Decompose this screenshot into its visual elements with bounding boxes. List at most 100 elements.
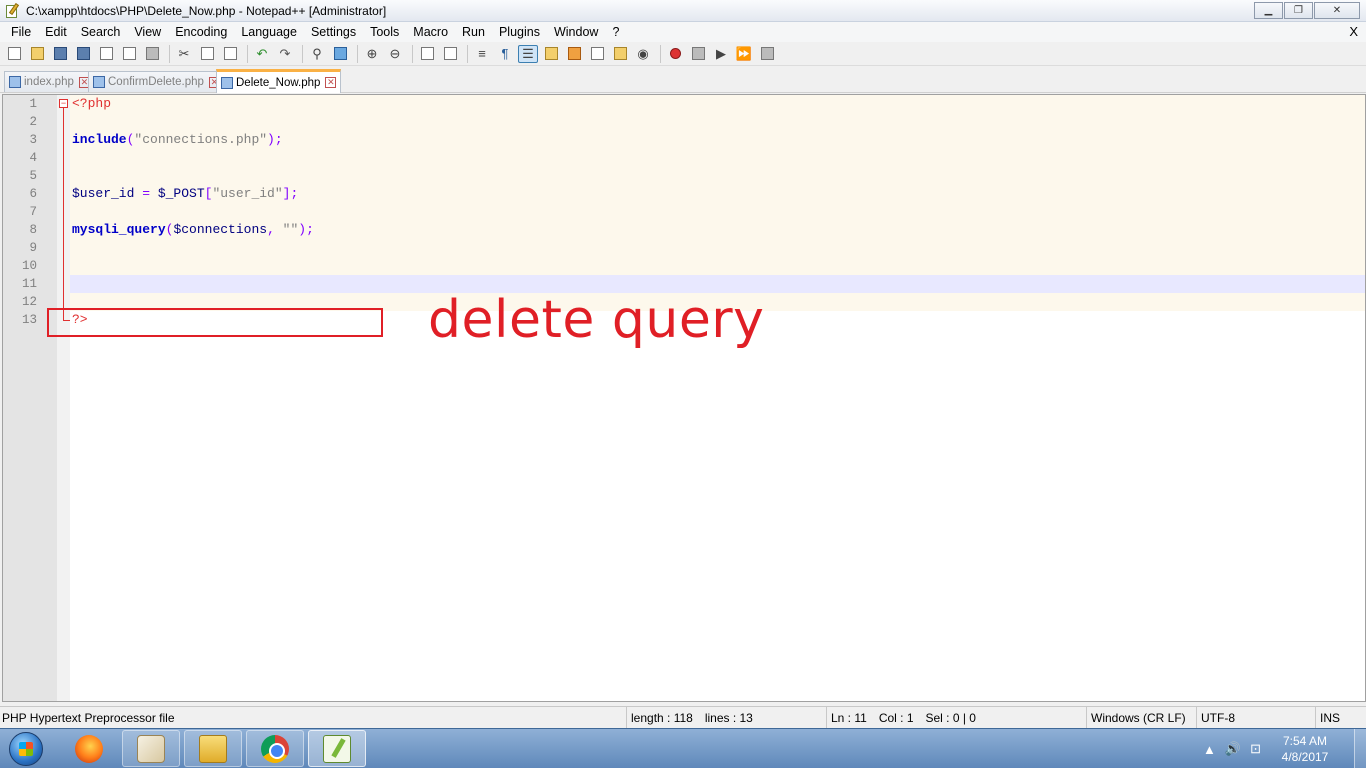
cut-button[interactable]: ✂ xyxy=(174,45,194,63)
save-all-button[interactable] xyxy=(73,45,93,63)
status-encoding[interactable]: UTF-8 xyxy=(1196,707,1235,729)
code-line[interactable]: 2 xyxy=(3,113,1365,131)
menu-encoding[interactable]: Encoding xyxy=(168,25,234,39)
zoom-in-icon: ⊕ xyxy=(366,45,378,61)
run-macro-multiple-button[interactable]: ⏩ xyxy=(734,45,754,63)
status-mode[interactable]: INS xyxy=(1315,707,1340,729)
open-file-button[interactable] xyxy=(27,45,47,63)
status-sel-value: Sel : 0 | 0 xyxy=(925,711,976,725)
copy-button[interactable] xyxy=(197,45,217,63)
record-macro-button[interactable] xyxy=(665,45,685,63)
show-hidden-icons-icon[interactable]: ▲ xyxy=(1203,742,1216,757)
taskbar-notepadpp[interactable] xyxy=(308,730,366,767)
code-line[interactable]: 5 xyxy=(3,167,1365,185)
toolbar-separator xyxy=(467,44,468,63)
menu-language[interactable]: Language xyxy=(234,25,304,39)
replace-button[interactable] xyxy=(330,45,350,63)
line-number: 10 xyxy=(21,259,37,273)
minimize-button[interactable]: ▁ xyxy=(1254,2,1283,19)
stop-macro-button[interactable] xyxy=(688,45,708,63)
save-button[interactable] xyxy=(50,45,70,63)
find-button[interactable]: ⚲ xyxy=(307,45,327,63)
fold-toggle-icon[interactable]: − xyxy=(59,99,68,108)
record-icon xyxy=(669,48,681,59)
indent-guide-button[interactable]: ☰ xyxy=(518,44,538,63)
print-button[interactable] xyxy=(142,45,162,63)
function-list-button[interactable] xyxy=(587,45,607,63)
code-line[interactable]: 9 xyxy=(3,239,1365,257)
code-editor[interactable]: 1 <?php 2 3 include("connections.php"); 4 5 6 $u… xyxy=(2,94,1366,702)
close-all-icon xyxy=(122,47,136,60)
network-icon[interactable]: ⊡ xyxy=(1250,741,1261,757)
code-token: , xyxy=(267,222,283,237)
menu-window[interactable]: Window xyxy=(547,25,605,39)
toolbar-separator xyxy=(169,44,170,63)
menu-help[interactable]: ? xyxy=(605,25,626,39)
code-line[interactable]: 3 include("connections.php"); xyxy=(3,131,1365,149)
menu-view[interactable]: View xyxy=(127,25,168,39)
save-macro-button[interactable] xyxy=(757,45,777,63)
redo-button[interactable]: ↷ xyxy=(275,45,295,63)
document-map-icon xyxy=(567,47,581,60)
tab-close-icon[interactable]: ✕ xyxy=(325,77,337,88)
folder-workspace-button[interactable] xyxy=(610,45,630,63)
line-number: 13 xyxy=(21,313,37,327)
zoom-out-button[interactable]: ⊖ xyxy=(385,45,405,63)
play-macro-button[interactable]: ▶ xyxy=(711,45,731,63)
close-button[interactable]: ✕ xyxy=(1314,2,1360,19)
restore-button[interactable]: ❐ xyxy=(1284,2,1313,19)
code-line[interactable]: 1 <?php xyxy=(3,95,1365,113)
save-all-icon xyxy=(76,47,90,60)
taskbar-firefox[interactable] xyxy=(60,730,118,767)
word-wrap-icon: ≡ xyxy=(478,46,486,61)
code-line[interactable]: 8 mysqli_query($connections, ""); xyxy=(3,221,1365,239)
document-map-button[interactable] xyxy=(564,45,584,63)
tab-delete-now-php[interactable]: Delete_Now.php ✕ xyxy=(216,69,342,93)
status-length: length : 118 lines : 13 xyxy=(626,707,753,729)
menu-macro[interactable]: Macro xyxy=(406,25,455,39)
close-all-button[interactable] xyxy=(119,45,139,63)
notepadpp-app-icon[interactable] xyxy=(4,2,20,19)
tab-bar: index.php ✕ ConfirmDelete.php ✕ Delete_N… xyxy=(0,67,1366,93)
show-desktop-button[interactable] xyxy=(1354,729,1366,768)
volume-icon[interactable]: 🔊 xyxy=(1225,741,1241,757)
undo-button[interactable]: ↶ xyxy=(252,45,272,63)
title-bar[interactable]: C:\xampp\htdocs\PHP\Delete_Now.php - Not… xyxy=(0,0,1366,22)
menu-settings[interactable]: Settings xyxy=(304,25,363,39)
taskbar-paint[interactable] xyxy=(122,730,180,767)
status-position[interactable]: Ln : 11 Col : 1 Sel : 0 | 0 xyxy=(826,707,976,729)
menu-tools[interactable]: Tools xyxy=(363,25,406,39)
menu-plugins[interactable]: Plugins xyxy=(492,25,547,39)
taskbar-chrome[interactable] xyxy=(246,730,304,767)
sync-vertical-button[interactable] xyxy=(417,45,437,63)
save-macro-icon xyxy=(760,47,774,60)
monitoring-button[interactable]: ◉ xyxy=(633,45,653,63)
code-line[interactable]: 7 xyxy=(3,203,1365,221)
show-all-chars-button[interactable]: ¶ xyxy=(495,45,515,63)
close-document-button[interactable]: X xyxy=(1349,24,1358,39)
menu-file[interactable]: File xyxy=(4,25,38,39)
paste-button[interactable] xyxy=(220,45,240,63)
code-text xyxy=(70,203,1365,221)
tab-confirmdelete-php[interactable]: ConfirmDelete.php ✕ xyxy=(88,71,225,92)
zoom-in-button[interactable]: ⊕ xyxy=(362,45,382,63)
close-file-button[interactable] xyxy=(96,45,116,63)
word-wrap-button[interactable]: ≡ xyxy=(472,45,492,63)
menu-search[interactable]: Search xyxy=(74,25,128,39)
code-line[interactable]: 6 $user_id = $_POST["user_id"]; xyxy=(3,185,1365,203)
start-button[interactable] xyxy=(2,731,50,767)
toolbar-separator xyxy=(247,44,248,63)
code-line[interactable]: 4 xyxy=(3,149,1365,167)
define-language-button[interactable] xyxy=(541,45,561,63)
sync-horizontal-button[interactable] xyxy=(440,45,460,63)
new-file-button[interactable] xyxy=(4,45,24,63)
clock[interactable]: 7:54 AM 4/8/2017 xyxy=(1270,733,1340,765)
code-line[interactable]: 10 xyxy=(3,257,1365,275)
tab-index-php[interactable]: index.php ✕ xyxy=(4,71,95,92)
menu-run[interactable]: Run xyxy=(455,25,492,39)
menu-edit[interactable]: Edit xyxy=(38,25,74,39)
taskbar-explorer[interactable] xyxy=(184,730,242,767)
copy-icon xyxy=(200,47,214,60)
code-token: ]; xyxy=(282,186,299,201)
status-eol[interactable]: Windows (CR LF) xyxy=(1086,707,1186,729)
